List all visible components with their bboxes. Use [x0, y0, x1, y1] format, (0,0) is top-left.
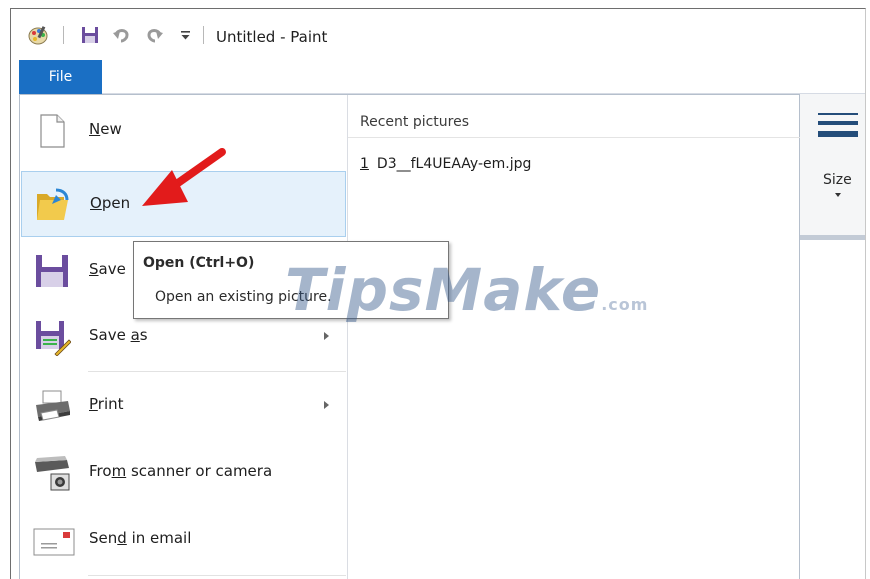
window-title: Untitled - Paint	[216, 28, 328, 46]
scanner-icon	[33, 454, 71, 492]
qat-separator	[203, 26, 204, 44]
file-menu: New Open Save Save as Print From scanner…	[19, 94, 800, 579]
submenu-arrow-icon	[324, 401, 329, 409]
save-icon[interactable]	[79, 24, 101, 46]
save-disk-icon	[33, 252, 71, 290]
size-line-icon	[818, 131, 858, 137]
new-file-icon	[33, 112, 71, 150]
open-tooltip: Open (Ctrl+O) Open an existing picture.	[133, 241, 449, 319]
menu-label-save: Save	[89, 260, 126, 278]
size-line-icon	[818, 121, 858, 125]
email-icon	[33, 521, 75, 559]
redo-icon[interactable]	[143, 24, 165, 46]
menu-separator	[88, 371, 346, 372]
file-menu-commands: New Open Save Save as Print From scanner…	[20, 95, 347, 579]
tooltip-title: Open (Ctrl+O)	[143, 255, 255, 271]
size-line-icon	[818, 113, 858, 115]
menu-label-print: Print	[89, 395, 124, 413]
printer-icon	[33, 387, 71, 425]
recent-picture-item[interactable]: 1 D3__fL4UEAAy-em.jpg	[360, 156, 531, 172]
customize-qat-icon[interactable]	[175, 24, 197, 46]
open-folder-icon	[34, 186, 72, 224]
menu-item-send-in-email[interactable]: Send in email	[21, 507, 346, 573]
recent-divider	[348, 137, 800, 138]
menu-item-print[interactable]: Print	[21, 373, 346, 439]
tooltip-description: Open an existing picture.	[155, 289, 332, 305]
menu-item-from-scanner-or-camera[interactable]: From scanner or camera	[21, 440, 346, 506]
menu-label-new: New	[89, 120, 122, 138]
menu-separator	[88, 575, 346, 576]
title-bar: Untitled - Paint	[11, 9, 865, 59]
recent-item-number: 1	[360, 156, 369, 172]
menu-item-open[interactable]: Open	[21, 171, 346, 237]
menu-label-from-scanner-or-camera: From scanner or camera	[89, 462, 273, 480]
menu-label-save-as: Save as	[89, 326, 148, 344]
save-as-icon	[33, 318, 72, 357]
recent-pictures-heading: Recent pictures	[360, 114, 470, 130]
size-button[interactable]: Size	[804, 101, 860, 201]
undo-icon[interactable]	[111, 24, 133, 46]
paint-window: Untitled - Paint File Size New Open Save…	[10, 8, 866, 579]
recent-item-name: D3__fL4UEAAy-em.jpg	[376, 156, 532, 172]
chevron-down-icon	[835, 193, 841, 197]
menu-item-new[interactable]: New	[21, 98, 346, 164]
paint-app-icon[interactable]	[27, 24, 49, 46]
size-label: Size	[823, 172, 852, 188]
qat-separator	[63, 26, 64, 44]
menu-divider	[347, 95, 348, 579]
menu-label-send-in-email: Send in email	[89, 529, 192, 547]
menu-label-open: Open	[90, 194, 131, 212]
tab-file[interactable]: File	[19, 60, 102, 94]
submenu-arrow-icon	[324, 332, 329, 340]
